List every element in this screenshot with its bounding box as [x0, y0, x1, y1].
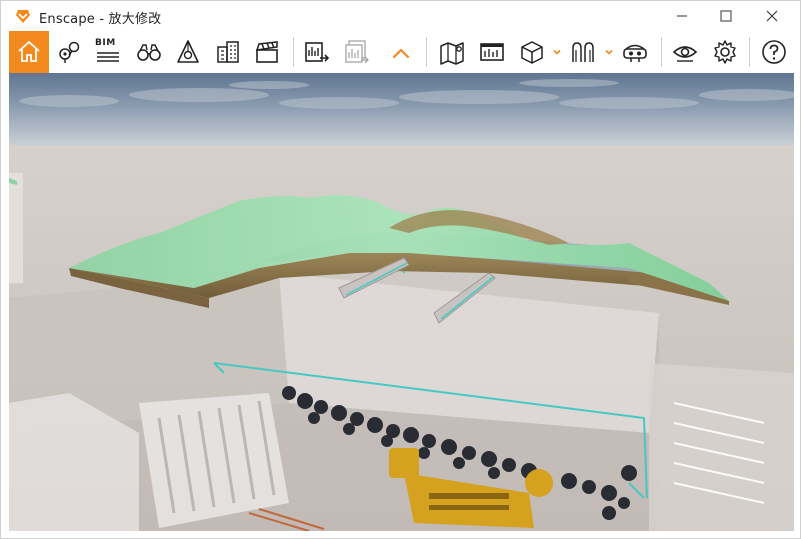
toolbar-separator — [426, 37, 427, 67]
toolbar-separator — [293, 37, 294, 67]
panorama-button[interactable] — [473, 31, 511, 73]
maximize-icon — [720, 10, 732, 22]
vr-icon — [572, 42, 594, 62]
asset-library-button[interactable] — [513, 31, 551, 73]
help-icon — [762, 40, 786, 64]
bim-label: BIM — [95, 38, 116, 48]
panorama-icon — [480, 43, 504, 61]
collapse-toolbar-button[interactable] — [382, 31, 420, 73]
title-bar: Enscape - 放大修改 — [1, 1, 800, 31]
main-toolbar: BIM — [1, 31, 800, 73]
minimize-button[interactable] — [659, 1, 705, 31]
map-pins-icon — [59, 41, 80, 63]
batch-render-button[interactable] — [338, 31, 376, 73]
chevron-up-icon — [392, 48, 410, 59]
map-button[interactable] — [433, 31, 471, 73]
general-settings-button[interactable] — [706, 31, 744, 73]
maximize-button[interactable] — [703, 1, 749, 31]
video-editor-button[interactable] — [248, 31, 286, 73]
clapperboard-icon — [255, 41, 278, 63]
vr-dropdown-icon[interactable] — [604, 47, 614, 57]
perspective-button[interactable] — [169, 31, 207, 73]
batch-export-icon — [345, 40, 369, 64]
render-viewport[interactable] — [9, 73, 794, 531]
vr-headset-button[interactable] — [616, 31, 654, 73]
enscape-logo-icon — [16, 10, 30, 23]
help-button[interactable] — [755, 31, 793, 73]
gear-icon — [714, 40, 736, 64]
export-icon — [305, 42, 330, 62]
enscape-window: Enscape - 放大修改 BIM — [0, 0, 801, 539]
home-button[interactable] — [9, 31, 49, 73]
home-icon — [18, 41, 40, 62]
asset-library-dropdown-icon[interactable] — [552, 47, 562, 57]
close-button[interactable] — [749, 1, 795, 31]
window-title: Enscape - 放大修改 — [39, 12, 162, 27]
bim-button[interactable]: BIM — [89, 31, 127, 73]
buildings-icon — [217, 41, 239, 63]
minimize-icon — [677, 15, 687, 17]
vr-button[interactable] — [564, 31, 602, 73]
walk-mode-button[interactable] — [130, 31, 168, 73]
cube-icon — [521, 41, 543, 64]
headset-icon — [623, 44, 647, 62]
visual-settings-button[interactable] — [666, 31, 704, 73]
eye-icon — [672, 46, 698, 62]
perspective-icon — [177, 40, 199, 63]
export-screenshot-button[interactable] — [298, 31, 336, 73]
buildings-button[interactable] — [209, 31, 247, 73]
scene-render — [9, 73, 794, 531]
map-icon — [440, 42, 464, 65]
location-pins-button[interactable] — [50, 31, 88, 73]
close-icon — [766, 10, 778, 22]
toolbar-separator — [749, 37, 750, 67]
binoculars-icon — [137, 44, 161, 61]
toolbar-separator — [661, 37, 662, 67]
